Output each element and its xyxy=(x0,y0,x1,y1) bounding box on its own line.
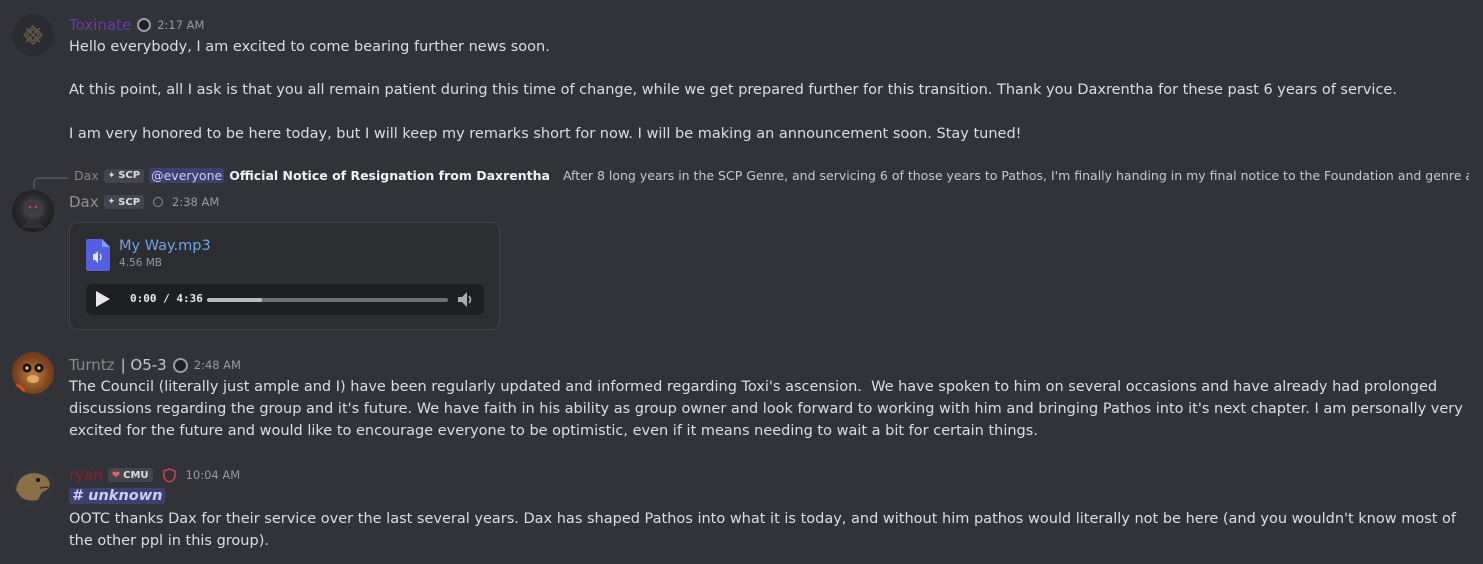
timestamp[interactable]: 2:17 AM xyxy=(157,18,204,32)
audio-filesize: 4.56 MB xyxy=(119,257,162,269)
badge-icon xyxy=(137,18,152,32)
audio-buffered-fill xyxy=(207,298,263,302)
everyone-mention[interactable]: @everyone xyxy=(149,168,225,183)
avatar-turntz[interactable] xyxy=(12,352,54,394)
audio-time: 0:00 / 4:36 xyxy=(130,292,203,305)
shield-icon xyxy=(153,197,164,207)
author-suffix: | O5-3 xyxy=(120,356,167,374)
reply-text: After 8 long years in the SCP Genre, and… xyxy=(562,168,1469,183)
author-tag: ✦ SCP xyxy=(103,195,145,209)
message-line: I am very honored to be here today, but … xyxy=(69,126,1022,142)
channel-mention[interactable]: # unknown xyxy=(69,488,166,504)
shield-icon xyxy=(162,467,176,483)
heart-icon: ❤ xyxy=(111,469,121,481)
reply-title: Official Notice of Resignation from Daxr… xyxy=(229,168,550,183)
hash-icon: # xyxy=(72,488,85,504)
message-ryan: ryan ❤ CMU 10:04 AM # unknown OOTC thanks … xyxy=(0,460,1483,564)
play-icon[interactable] xyxy=(96,291,110,307)
audio-filename[interactable]: My Way.mp3 xyxy=(119,238,211,254)
diamond-icon: ✦ xyxy=(107,197,116,207)
author-tag: ❤ CMU xyxy=(107,468,153,482)
diamond-icon: ✦ xyxy=(107,170,116,181)
message-turntz: Turntz | O5-3 2:48 AM The Council (liter… xyxy=(0,350,1483,450)
message-text: OOTC thanks Dax for their service over t… xyxy=(69,511,1461,549)
avatar-toxinate[interactable] xyxy=(12,14,54,56)
avatar-ryan[interactable] xyxy=(12,464,54,506)
reply-preview[interactable]: Dax ✦ SCP @everyone Official Notice of Re… xyxy=(69,168,1469,183)
badge-icon xyxy=(172,357,188,373)
reply-author[interactable]: Dax xyxy=(74,168,99,183)
author-name[interactable]: ryan xyxy=(69,466,103,484)
timestamp[interactable]: 2:48 AM xyxy=(194,358,241,372)
timestamp[interactable]: 10:04 AM xyxy=(186,468,241,482)
author-name[interactable]: Dax xyxy=(69,193,99,211)
message-line: At this point, all I ask is that you all… xyxy=(69,82,1397,98)
avatar-dax[interactable] xyxy=(12,190,54,232)
author-name[interactable]: Toxinate xyxy=(69,16,131,34)
message-toxinate: Toxinate 2:17 AM Hello everybody, I am e… xyxy=(0,0,1483,150)
audio-seek-bar[interactable] xyxy=(207,298,448,302)
message-text: The Council (literally just ample and I)… xyxy=(69,379,1468,439)
timestamp[interactable]: 2:38 AM xyxy=(172,195,219,209)
author-name[interactable]: Turntz xyxy=(69,356,115,374)
file-icon xyxy=(86,239,110,271)
audio-attachment: My Way.mp3 4.56 MB 0:00 / 4:36 xyxy=(69,222,500,330)
audio-player: 0:00 / 4:36 xyxy=(86,284,484,315)
volume-icon[interactable] xyxy=(457,291,475,308)
reply-author-tag: ✦ SCP xyxy=(103,168,145,183)
message-line: Hello everybody, I am excited to come be… xyxy=(69,39,550,55)
